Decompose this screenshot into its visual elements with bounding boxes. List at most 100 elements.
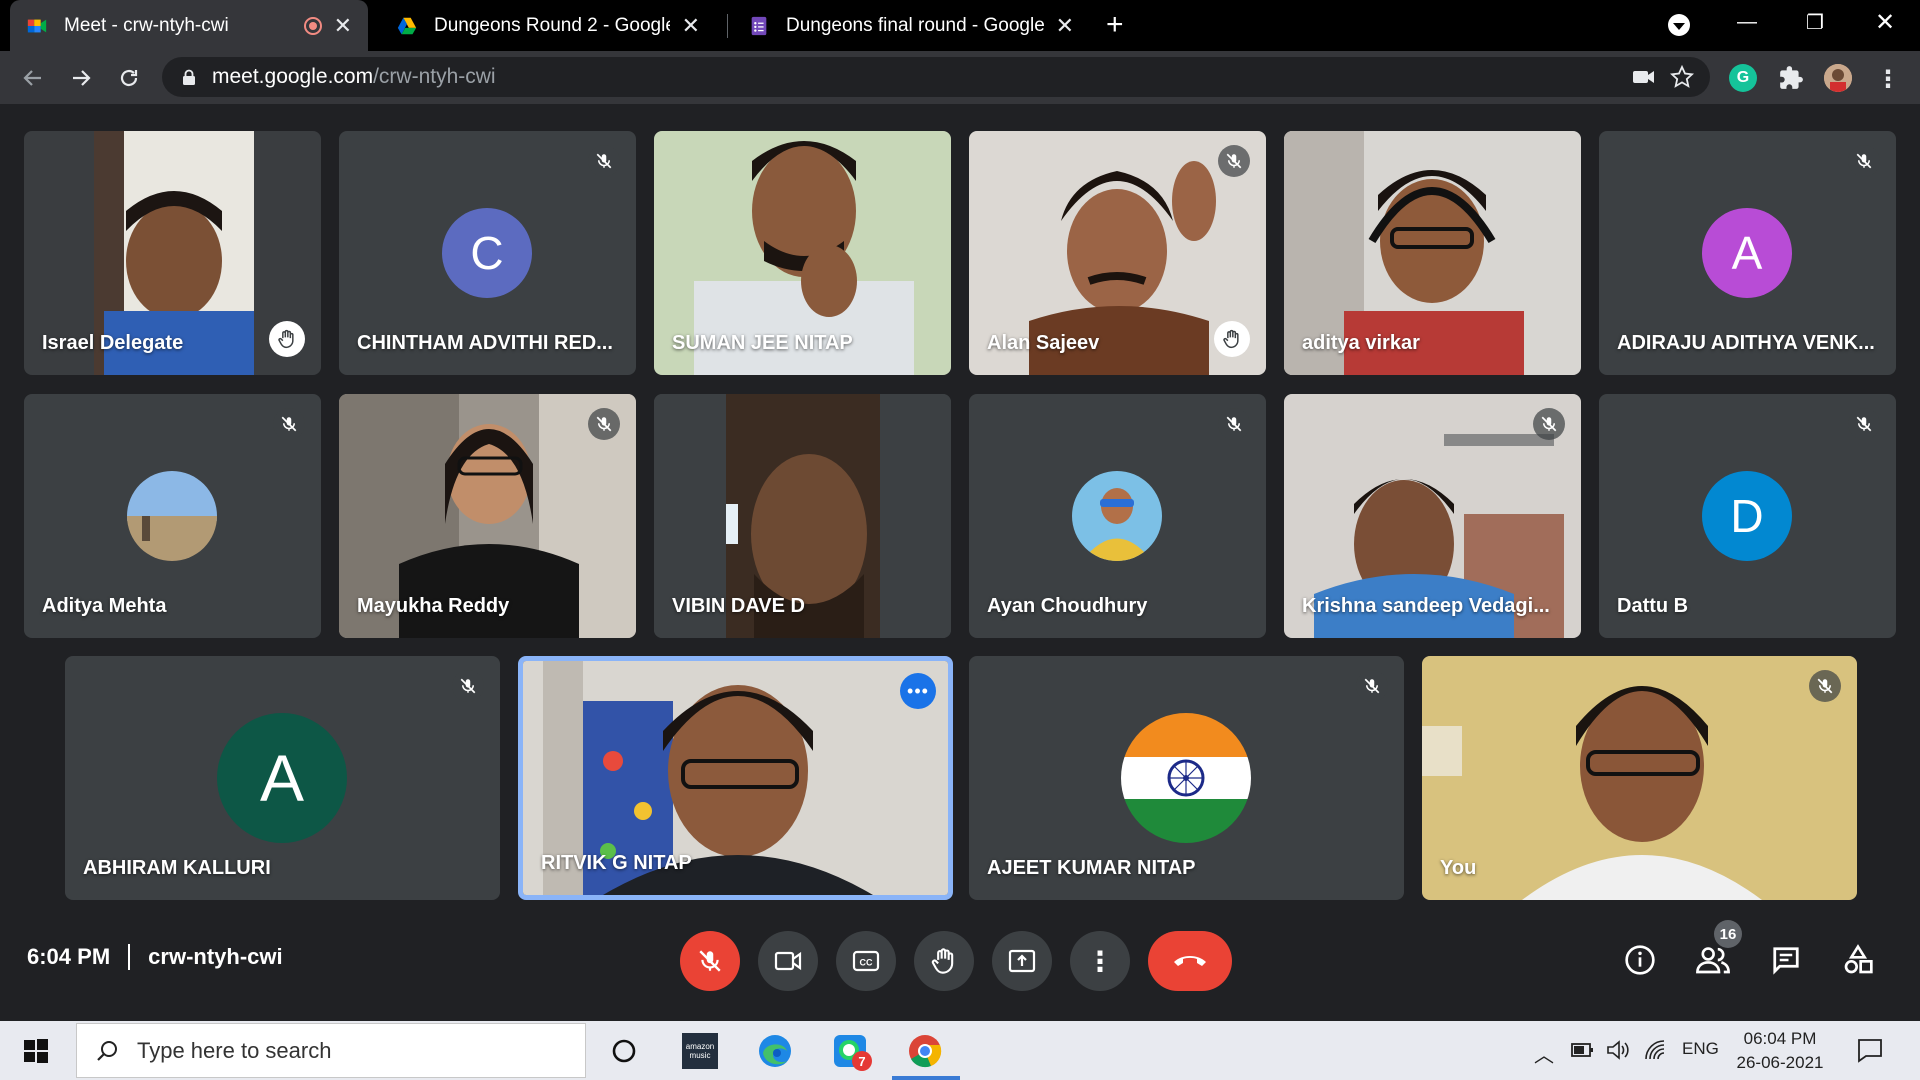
restore-button[interactable]: ❐: [1792, 0, 1838, 45]
participant-tile[interactable]: Aditya Mehta: [24, 394, 321, 638]
more-options-icon[interactable]: •••: [900, 673, 936, 709]
windows-logo-icon: [24, 1039, 48, 1063]
recording-indicator-icon: [303, 16, 322, 35]
google-forms-icon: [751, 16, 767, 35]
closed-captions-icon: CC: [852, 950, 880, 972]
participant-name: RITVIK G NITAP: [541, 852, 692, 874]
arrow-right-icon: [73, 70, 91, 86]
grammarly-extension-icon[interactable]: G: [1729, 64, 1757, 92]
people-icon: [1696, 947, 1730, 974]
participant-tile[interactable]: A ABHIRAM KALLURI: [65, 656, 500, 900]
india-flag-avatar-icon: [1121, 713, 1251, 843]
bookmark-star-icon[interactable]: [1670, 65, 1694, 89]
divider: [128, 944, 131, 970]
close-tab-icon[interactable]: ✕: [682, 13, 700, 39]
edge-browser-app[interactable]: [755, 1031, 795, 1071]
forward-button[interactable]: [64, 61, 98, 95]
browser-toolbar: meet.google.com/crw-ntyh-cwi G ⋮: [0, 51, 1920, 104]
participant-tile-self[interactable]: You: [1422, 656, 1857, 900]
participant-name: Alan Sajeev: [987, 332, 1100, 354]
tab-title: Meet - crw-ntyh-cwi: [64, 14, 229, 36]
close-tab-icon[interactable]: ✕: [1056, 13, 1074, 39]
captions-button[interactable]: CC: [836, 931, 896, 991]
mic-off-icon: [273, 408, 305, 440]
address-bar[interactable]: meet.google.com/crw-ntyh-cwi: [162, 57, 1710, 97]
present-screen-button[interactable]: [992, 931, 1052, 991]
participant-tile[interactable]: Alan Sajeev: [969, 131, 1266, 375]
activities-button[interactable]: [1838, 940, 1878, 980]
meeting-details-button[interactable]: [1620, 940, 1660, 980]
amazon-music-app[interactable]: amazon music: [680, 1031, 720, 1071]
participant-name: AJEET KUMAR NITAP: [987, 857, 1196, 879]
chat-button[interactable]: [1766, 940, 1806, 980]
wifi-icon[interactable]: [1644, 1039, 1668, 1061]
mic-off-icon: [1809, 670, 1841, 702]
battery-icon[interactable]: [1570, 1039, 1596, 1061]
participant-name: You: [1440, 857, 1477, 879]
participant-name: Israel Delegate: [42, 332, 184, 354]
tab-forms[interactable]: Dungeons final round - Google F ✕: [732, 0, 1090, 51]
profile-avatar[interactable]: [1824, 64, 1852, 92]
windows-taskbar: Type here to search amazon music 7 ︿ ENG…: [0, 1021, 1920, 1080]
camera-in-use-icon[interactable]: [1632, 67, 1656, 87]
meeting-code: crw-ntyh-cwi: [148, 944, 283, 969]
participant-tile[interactable]: A ADIRAJU ADITHYA VENK...: [1599, 131, 1896, 375]
participant-tile[interactable]: D Dattu B: [1599, 394, 1896, 638]
google-drive-icon: [397, 17, 417, 34]
tab-meet[interactable]: Meet - crw-ntyh-cwi ✕: [10, 0, 368, 51]
chrome-app[interactable]: [905, 1031, 945, 1071]
back-button[interactable]: [16, 61, 50, 95]
svg-text:CC: CC: [860, 958, 873, 968]
amazon-music-icon: amazon music: [682, 1033, 718, 1069]
browser-menu-icon[interactable]: ⋮: [1876, 65, 1900, 94]
participant-tile[interactable]: Mayukha Reddy: [339, 394, 636, 638]
participant-photo-avatar: [1072, 471, 1162, 561]
mic-off-icon: [452, 670, 484, 702]
close-window-button[interactable]: ✕: [1862, 0, 1908, 45]
mic-off-icon: [588, 145, 620, 177]
language-indicator[interactable]: ENG: [1682, 1039, 1719, 1059]
participant-tile[interactable]: aditya virkar: [1284, 131, 1581, 375]
chat-icon: [1773, 947, 1799, 975]
show-hidden-icons-button[interactable]: ︿: [1534, 1039, 1554, 1068]
participant-tile-active-speaker[interactable]: RITVIK G NITAP •••: [518, 656, 953, 900]
participant-name: Mayukha Reddy: [357, 595, 510, 617]
volume-icon[interactable]: [1606, 1039, 1632, 1061]
participant-count-badge: 16: [1714, 920, 1742, 948]
new-tab-button[interactable]: +: [1106, 8, 1124, 42]
arrow-left-icon: [23, 70, 41, 86]
action-center-icon[interactable]: [1856, 1037, 1884, 1063]
participant-avatar: A: [217, 713, 347, 843]
participant-tile[interactable]: Israel Delegate: [24, 131, 321, 375]
participant-tile[interactable]: SUMAN JEE NITAP: [654, 131, 951, 375]
taskbar-search-box[interactable]: Type here to search: [76, 1023, 586, 1078]
camera-toggle-button[interactable]: [758, 931, 818, 991]
participant-tile[interactable]: AJEET KUMAR NITAP: [969, 656, 1404, 900]
tab-search-dropdown-icon[interactable]: [1668, 14, 1690, 36]
participant-tile[interactable]: Ayan Choudhury: [969, 394, 1266, 638]
reload-button[interactable]: [112, 61, 146, 95]
more-options-button[interactable]: ⋮: [1070, 931, 1130, 991]
avatar-letter: A: [1731, 227, 1763, 279]
extensions-puzzle-icon[interactable]: [1778, 65, 1804, 91]
raise-hand-button[interactable]: [914, 931, 974, 991]
cortana-button[interactable]: [604, 1031, 644, 1071]
participant-tile[interactable]: Krishna sandeep Vedagi...: [1284, 394, 1581, 638]
system-clock[interactable]: 06:04 PM 26-06-2021: [1730, 1027, 1830, 1075]
edge-icon: [759, 1035, 791, 1067]
leave-call-button[interactable]: [1148, 931, 1232, 991]
close-tab-icon[interactable]: ✕: [334, 13, 352, 39]
present-screen-icon: [1008, 949, 1036, 973]
participant-name: Aditya Mehta: [42, 595, 167, 617]
tab-drive[interactable]: Dungeons Round 2 - Google Driv ✕: [380, 0, 716, 51]
info-icon: [1625, 945, 1655, 975]
participant-name: SUMAN JEE NITAP: [672, 332, 853, 354]
start-button[interactable]: [16, 1031, 56, 1071]
microphone-toggle-button[interactable]: [680, 931, 740, 991]
participant-tile[interactable]: VIBIN DAVE D: [654, 394, 951, 638]
participant-tile[interactable]: C CHINTHAM ADVITHI RED...: [339, 131, 636, 375]
video-camera-icon: [774, 951, 802, 971]
raise-hand-icon: [931, 948, 954, 974]
minimize-button[interactable]: —: [1724, 0, 1770, 45]
whatsapp-app[interactable]: 7: [830, 1031, 872, 1071]
